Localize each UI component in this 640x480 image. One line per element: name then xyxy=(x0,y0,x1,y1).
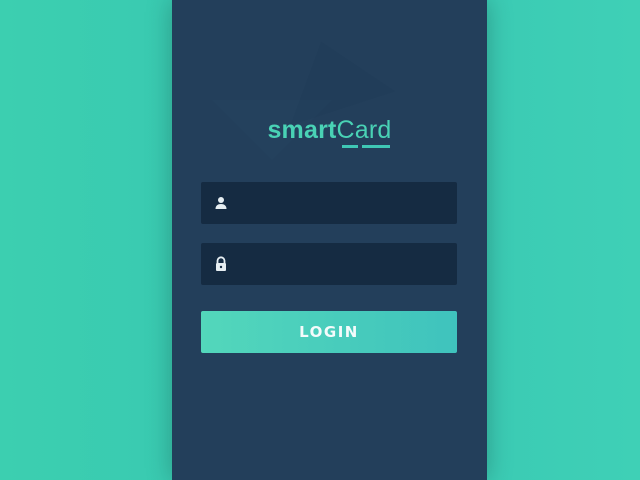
password-field[interactable] xyxy=(201,243,457,285)
username-input[interactable] xyxy=(241,183,457,223)
user-icon xyxy=(201,182,241,224)
password-input[interactable] xyxy=(241,244,457,284)
login-screen: smartCard LOGIN xyxy=(172,0,487,480)
logo-text-light: Card xyxy=(336,116,392,144)
login-button[interactable]: LOGIN xyxy=(201,311,457,353)
logo-text-bold: smart xyxy=(267,116,337,144)
logo-underline xyxy=(342,145,358,148)
logo-underline xyxy=(362,145,390,148)
username-field[interactable] xyxy=(201,182,457,224)
app-logo: smartCard xyxy=(172,116,487,145)
lock-icon xyxy=(201,243,241,285)
